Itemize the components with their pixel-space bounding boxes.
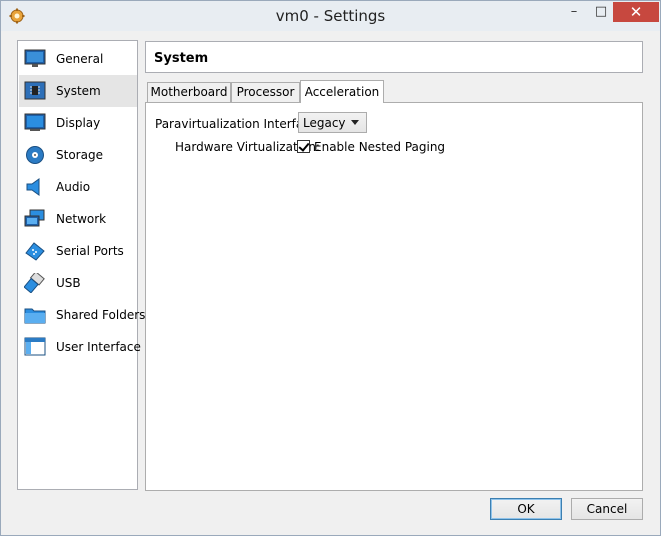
sidebar-item-label: User Interface xyxy=(56,340,141,354)
monitor-icon xyxy=(24,49,46,67)
sidebar-item-label: Network xyxy=(56,212,107,226)
sidebar-item-display[interactable]: Display xyxy=(19,107,137,139)
folder-icon xyxy=(24,308,46,324)
sidebar-item-general[interactable]: General xyxy=(19,43,137,75)
window-icon xyxy=(24,337,46,356)
sidebar-item-label: Display xyxy=(56,116,101,130)
display-icon xyxy=(24,113,46,131)
disk-icon xyxy=(26,146,44,164)
sidebar-item-label: Audio xyxy=(56,180,91,194)
tab-acceleration[interactable]: Acceleration xyxy=(300,80,384,103)
paravirtualization-label: Paravirtualization Interface: xyxy=(155,117,322,131)
usb-icon xyxy=(24,273,45,293)
checkmark-icon xyxy=(298,140,310,152)
sidebar-item-label: General xyxy=(56,52,104,66)
sidebar-item-label: Serial Ports xyxy=(56,244,124,258)
tab-motherboard[interactable]: Motherboard xyxy=(147,82,231,102)
page-header: System xyxy=(145,41,643,73)
nested-paging-checkbox[interactable] xyxy=(297,140,310,153)
sidebar-item-system[interactable]: System xyxy=(19,75,137,107)
chevron-down-icon xyxy=(351,120,359,125)
chip-icon xyxy=(24,81,46,100)
sidebar-item-audio[interactable]: Audio xyxy=(19,171,137,203)
page-title: System xyxy=(154,51,209,66)
nested-paging-label[interactable]: Enable Nested Paging xyxy=(314,140,445,154)
sidebar-item-label: Shared Folders xyxy=(56,308,146,322)
sidebar-item-usb[interactable]: USB xyxy=(19,267,137,299)
serial-port-icon xyxy=(25,242,45,261)
settings-sidebar: General System Display Storage Audio Net… xyxy=(17,40,145,490)
sidebar-item-user-interface[interactable]: User Interface xyxy=(19,331,141,363)
sidebar-item-network[interactable]: Network xyxy=(19,203,137,235)
tab-processor[interactable]: Processor xyxy=(231,82,300,102)
title-bar[interactable]: vm0 - Settings – □ ✕ xyxy=(1,1,660,31)
cancel-button[interactable]: Cancel xyxy=(571,498,643,520)
close-button[interactable]: ✕ xyxy=(613,2,659,22)
sidebar-item-shared-folders[interactable]: Shared Folders xyxy=(19,299,145,331)
acceleration-panel: Paravirtualization Interface: Legacy Har… xyxy=(145,102,643,491)
speaker-icon xyxy=(26,178,40,196)
sidebar-item-label: USB xyxy=(56,276,81,290)
settings-window: vm0 - Settings – □ ✕ General System Disp… xyxy=(0,0,661,536)
maximize-button[interactable]: □ xyxy=(588,2,614,22)
minimize-button[interactable]: – xyxy=(561,2,587,22)
sidebar-item-serial-ports[interactable]: Serial Ports xyxy=(19,235,137,267)
ok-button[interactable]: OK xyxy=(490,498,562,520)
sidebar-item-storage[interactable]: Storage xyxy=(19,139,137,171)
paravirtualization-value: Legacy xyxy=(303,116,346,130)
network-icon xyxy=(24,209,45,227)
paravirtualization-select[interactable]: Legacy xyxy=(298,112,367,133)
sidebar-item-label: Storage xyxy=(56,148,103,162)
sidebar-item-label: System xyxy=(56,84,101,98)
